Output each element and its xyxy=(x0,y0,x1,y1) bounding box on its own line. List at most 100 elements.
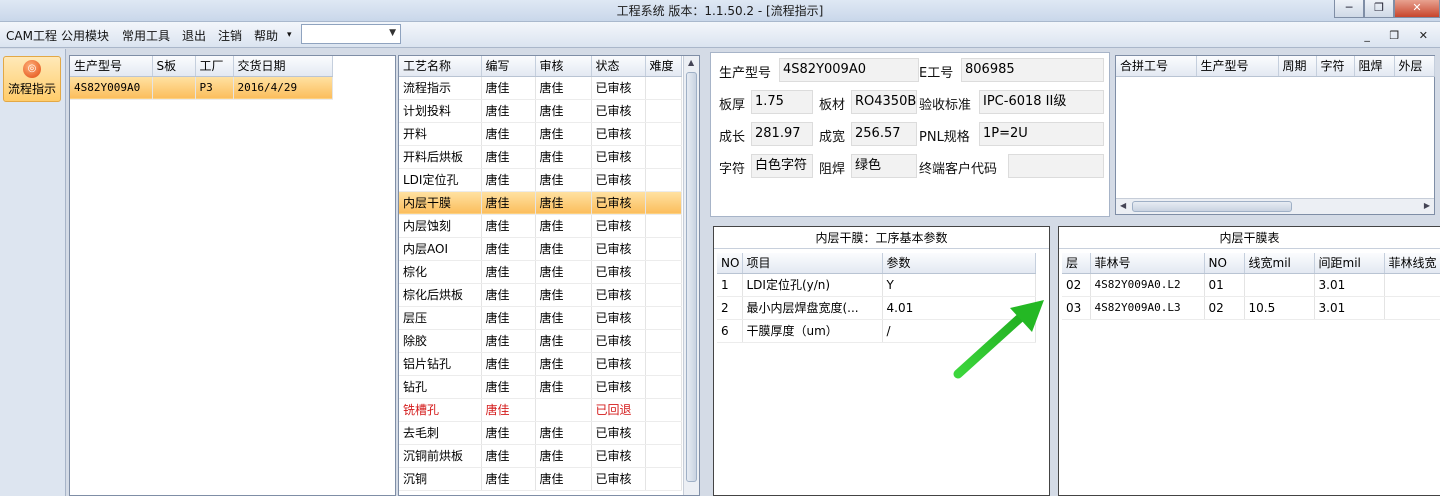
merge-table: 合拼工号 生产型号 周期 字符 阻焊 外层 xyxy=(1116,56,1435,77)
flow-indicator-button[interactable]: ◎ 流程指示 xyxy=(3,56,61,102)
column-header[interactable]: 生产型号 xyxy=(70,56,153,77)
column-header[interactable]: 线宽mil xyxy=(1244,253,1315,274)
menu-combo[interactable]: ▼ xyxy=(301,24,401,44)
chevron-down-icon[interactable]: ▼ xyxy=(389,28,396,38)
scroll-left-icon[interactable]: ◀ xyxy=(1120,201,1126,210)
length-value[interactable]: 281.97 xyxy=(751,122,813,146)
table-cell: 已审核 xyxy=(591,168,646,192)
mask-label: 阻焊 xyxy=(819,162,846,177)
table-row[interactable]: 4S82Y009A0 P3 2016/4/29 xyxy=(70,76,333,100)
column-header[interactable]: 菲林号 xyxy=(1090,253,1205,274)
column-header[interactable]: S板 xyxy=(152,56,196,77)
customer-label: 终端客户代码 xyxy=(919,162,998,177)
column-header[interactable]: 状态 xyxy=(591,56,646,77)
column-header[interactable]: 编写 xyxy=(481,56,536,77)
menu-common-modules[interactable]: 公用模块 xyxy=(61,27,109,44)
column-header[interactable]: 审核 xyxy=(535,56,592,77)
column-header[interactable]: 交货日期 xyxy=(233,56,333,77)
table-cell: 已审核 xyxy=(591,444,646,468)
thickness-value[interactable]: 1.75 xyxy=(751,90,813,114)
menu-tools[interactable]: 常用工具 xyxy=(122,27,170,44)
table-cell: 唐佳 xyxy=(535,329,592,353)
eno-label: E工号 xyxy=(919,66,954,81)
eno-value[interactable]: 806985 xyxy=(961,58,1104,82)
table-cell: 干膜厚度（um） xyxy=(742,319,883,343)
table-row[interactable]: 内层AOI 唐佳 唐佳 已审核 xyxy=(399,237,682,261)
scroll-up-icon[interactable]: ▲ xyxy=(688,58,694,67)
annotation-arrow-icon xyxy=(953,300,1044,379)
process-scrollbar[interactable]: ▲ xyxy=(683,56,699,495)
table-row[interactable]: 去毛刺 唐佳 唐佳 已审核 xyxy=(399,421,682,445)
mdi-controls[interactable]: _ ❐ ✕ xyxy=(1364,29,1436,42)
table-row[interactable]: 沉铜前烘板 唐佳 唐佳 已审核 xyxy=(399,444,682,468)
table-cell: 内层AOI xyxy=(399,237,482,261)
table-cell: 唐佳 xyxy=(481,99,536,123)
column-header[interactable]: 项目 xyxy=(742,253,883,274)
table-cell xyxy=(645,421,682,445)
menu-help[interactable]: 帮助 xyxy=(254,27,278,44)
table-cell: 去毛刺 xyxy=(399,421,482,445)
column-header[interactable]: 外层 xyxy=(1394,56,1435,77)
table-row[interactable]: 层压 唐佳 唐佳 已审核 xyxy=(399,306,682,330)
film-group: 内层干膜表 层菲林号 NO 线宽mil 间距mil 菲林线宽 02 4S82Y009A0.… xyxy=(1058,226,1440,496)
column-header[interactable]: 合拼工号 xyxy=(1116,56,1197,77)
table-row[interactable]: 内层蚀刻 唐佳 唐佳 已审核 xyxy=(399,214,682,238)
scroll-right-icon[interactable]: ▶ xyxy=(1424,201,1430,210)
column-header[interactable]: 工艺名称 xyxy=(399,56,482,77)
merge-scrollbar[interactable]: ◀ ▶ xyxy=(1116,198,1434,214)
table-row[interactable]: 棕化 唐佳 唐佳 已审核 xyxy=(399,260,682,284)
table-row[interactable]: 内层干膜 唐佳 唐佳 已审核 xyxy=(399,191,682,215)
minimize-icon[interactable]: ─ xyxy=(1334,0,1364,18)
column-header[interactable]: 阻焊 xyxy=(1354,56,1395,77)
table-row[interactable]: 铝片钻孔 唐佳 唐佳 已审核 xyxy=(399,352,682,376)
column-header[interactable]: NO xyxy=(1204,253,1245,274)
standard-value[interactable]: IPC-6018 II级 xyxy=(979,90,1104,114)
material-value[interactable]: RO4350B xyxy=(851,90,917,114)
column-header[interactable]: 菲林线宽 xyxy=(1384,253,1440,274)
table-row[interactable]: 除胶 唐佳 唐佳 已审核 xyxy=(399,329,682,353)
orders-table: 生产型号 S板 工厂 交货日期 4S82Y009A0 P3 2016/4/29 xyxy=(70,56,333,100)
table-row[interactable]: LDI定位孔 唐佳 唐佳 已审核 xyxy=(399,168,682,192)
table-cell: 唐佳 xyxy=(481,421,536,445)
column-header[interactable]: 参数 xyxy=(882,253,1036,274)
table-cell: 已审核 xyxy=(591,283,646,307)
column-header[interactable]: NO xyxy=(717,253,743,274)
table-row[interactable]: 棕化后烘板 唐佳 唐佳 已审核 xyxy=(399,283,682,307)
close-icon[interactable]: ✕ xyxy=(1394,0,1440,18)
pnl-value[interactable]: 1P=2U xyxy=(979,122,1104,146)
column-header[interactable]: 难度 xyxy=(645,56,682,77)
menu-logout[interactable]: 注销 xyxy=(218,27,242,44)
table-row[interactable]: 03 4S82Y009A0.L3 02 10.5 3.01 xyxy=(1062,296,1440,320)
model-value[interactable]: 4S82Y009A0 xyxy=(779,58,919,82)
scroll-thumb[interactable] xyxy=(1132,201,1292,212)
column-header[interactable]: 层 xyxy=(1062,253,1091,274)
table-row[interactable]: 铣槽孔 唐佳 已回退 xyxy=(399,398,682,422)
customer-value[interactable] xyxy=(1008,154,1104,178)
char-value[interactable]: 白色字符 xyxy=(751,154,813,178)
width-value[interactable]: 256.57 xyxy=(851,122,917,146)
scroll-thumb[interactable] xyxy=(686,72,697,482)
chevron-down-icon[interactable]: ▾ xyxy=(287,30,292,40)
table-cell: 唐佳 xyxy=(481,122,536,146)
table-cell: 流程指示 xyxy=(399,76,482,100)
column-header[interactable]: 字符 xyxy=(1316,56,1355,77)
table-row[interactable]: 流程指示 唐佳 唐佳 已审核 xyxy=(399,76,682,100)
table-cell: 已审核 xyxy=(591,421,646,445)
table-row[interactable]: 开料 唐佳 唐佳 已审核 xyxy=(399,122,682,146)
mask-value[interactable]: 绿色 xyxy=(851,154,917,178)
table-cell: 唐佳 xyxy=(535,191,592,215)
table-row[interactable]: 钻孔 唐佳 唐佳 已审核 xyxy=(399,375,682,399)
column-header[interactable]: 间距mil xyxy=(1314,253,1385,274)
maximize-icon[interactable]: ❐ xyxy=(1364,0,1394,18)
column-header[interactable]: 周期 xyxy=(1278,56,1317,77)
table-row[interactable]: 02 4S82Y009A0.L2 01 3.01 xyxy=(1062,273,1440,297)
table-cell: 已审核 xyxy=(591,76,646,100)
table-row[interactable]: 沉铜 唐佳 唐佳 已审核 xyxy=(399,467,682,491)
column-header[interactable]: 生产型号 xyxy=(1196,56,1279,77)
menu-cam[interactable]: CAM工程 xyxy=(6,27,57,44)
table-row[interactable]: 计划投料 唐佳 唐佳 已审核 xyxy=(399,99,682,123)
title-bar: 工程系统 版本：1.1.50.2 - [流程指示] ─ ❐ ✕ xyxy=(0,0,1440,22)
table-row[interactable]: 开料后烘板 唐佳 唐佳 已审核 xyxy=(399,145,682,169)
menu-exit[interactable]: 退出 xyxy=(182,27,206,44)
column-header[interactable]: 工厂 xyxy=(195,56,234,77)
